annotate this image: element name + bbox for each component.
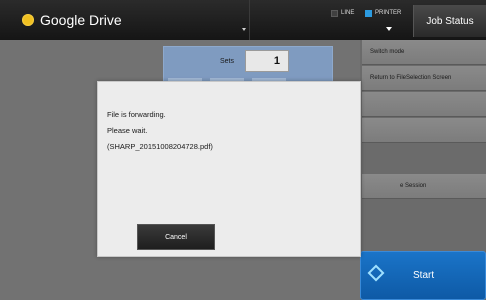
chevron-down-icon bbox=[242, 28, 246, 31]
sets-label: Sets bbox=[220, 58, 235, 65]
google-drive-icon bbox=[22, 14, 34, 26]
line-status-indicator bbox=[331, 10, 338, 17]
return-to-file-selection-button[interactable]: Return to FileSelection Screen bbox=[362, 66, 486, 91]
switch-mode-button[interactable]: Switch mode bbox=[362, 40, 486, 65]
printer-label: PRINTER bbox=[375, 10, 402, 16]
dialog-message-line1: File is forwarding. bbox=[107, 110, 166, 119]
job-status-button[interactable]: Job Status bbox=[413, 5, 486, 37]
cancel-button[interactable]: Cancel bbox=[137, 224, 215, 250]
close-session-button[interactable]: e Session bbox=[362, 174, 486, 199]
printer-status-indicator bbox=[365, 10, 372, 17]
line-label: LINE bbox=[341, 10, 355, 16]
sets-value-field[interactable]: 1 bbox=[245, 50, 289, 72]
menu-item-empty[interactable] bbox=[362, 92, 486, 117]
dialog-message-line2: Please wait. bbox=[107, 126, 148, 135]
dialog-filename: (SHARP_20151008204728.pdf) bbox=[107, 142, 213, 151]
menu-item-empty[interactable] bbox=[362, 118, 486, 143]
app-title: Google Drive bbox=[40, 12, 122, 28]
printer-dropdown-icon[interactable] bbox=[386, 27, 392, 31]
start-label: Start bbox=[413, 270, 435, 281]
app-title-area[interactable] bbox=[0, 0, 250, 40]
